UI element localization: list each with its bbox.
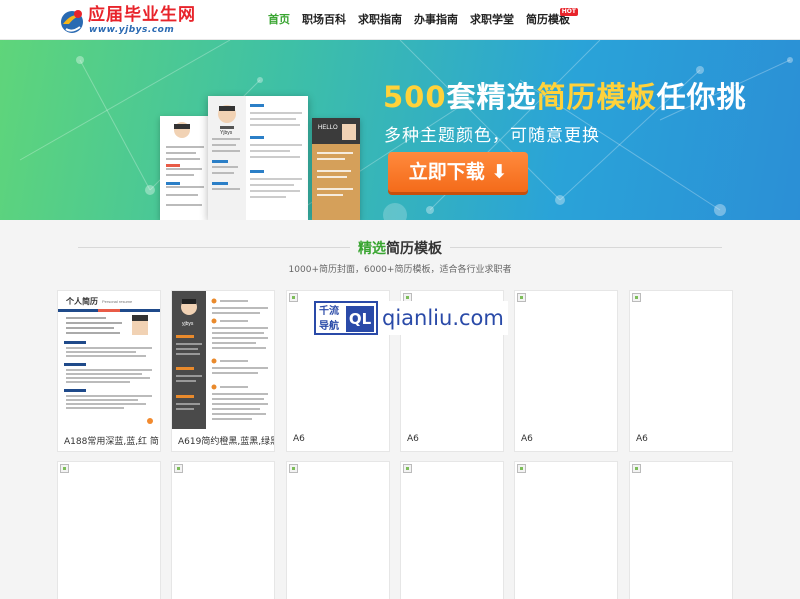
broken-image-icon [289,464,298,473]
broken-image-icon [289,293,298,302]
broken-image-icon [517,293,526,302]
nav-item-resume-templates[interactable]: 简历模板 HOT [520,0,578,40]
resume-preview-right: HELLO [312,118,360,220]
main-nav: 首页 职场百科 求职指南 办事指南 求职学堂 简历模板 HOT [262,0,578,40]
resume-preview-left [160,116,210,220]
watermark-zh: 千流导航 [319,306,339,332]
broken-image-icon [174,464,183,473]
site-header: 应届毕业生网 www.yjbys.com 首页 职场百科 求职指南 办事指南 求… [0,0,800,40]
template-title[interactable]: A6 [521,434,533,444]
banner-title: 500套精选简历模板任你挑 [383,74,747,116]
section-title-rest: 简历模板 [386,241,442,257]
logo-title: 应届毕业生网 [88,5,196,25]
hot-badge: HOT [559,8,578,16]
resume-preview-hello: HELLO [318,125,338,131]
watermark-domain: qianliu.com [378,301,508,335]
template-card[interactable] [171,461,275,599]
thumb-name: yjbys [182,321,194,327]
template-card[interactable] [629,461,733,599]
logo-mark-icon [61,10,83,33]
watermark-logo: 千流导航 QL [314,301,378,335]
template-card[interactable] [514,461,618,599]
section-title: 精选简历模板 [0,238,800,258]
template-card[interactable] [286,461,390,599]
resume-preview-name: Yjbys [220,130,233,136]
nav-item-job-school[interactable]: 求职学堂 [464,0,520,40]
watermark: 千流导航 QL qianliu.com [314,301,508,335]
logo-url: www.yjbys.com [89,25,175,35]
template-thumbnail[interactable] [401,462,503,599]
broken-image-icon [632,293,641,302]
template-card[interactable] [400,461,504,599]
template-title[interactable]: A188常用深蓝,蓝,红 简 [64,434,159,447]
template-title[interactable]: A619简约橙黑,蓝黑,绿黑 [178,434,274,447]
site-logo[interactable]: 应届毕业生网 www.yjbys.com [58,5,195,37]
section-title-highlight: 精选 [358,241,386,257]
broken-image-icon [632,464,641,473]
nav-item-job-guide[interactable]: 求职指南 [352,0,408,40]
template-thumbnail[interactable] [630,291,732,429]
nav-item-home[interactable]: 首页 [262,0,296,40]
template-title[interactable]: A6 [636,434,648,444]
template-thumbnail[interactable]: 个人简历 Personal resume [58,291,160,429]
template-thumbnail[interactable] [58,462,160,599]
section-subtitle: 1000+简历封面，6000+简历模板，适合各行业求职者 [288,265,512,275]
template-card[interactable] [57,461,161,599]
template-card[interactable]: A6 [514,290,618,452]
template-thumbnail[interactable]: yjbys [172,291,274,429]
template-card[interactable]: yjbys A619简约橙黑,蓝黑,绿黑 [171,290,275,452]
template-thumbnail[interactable] [515,462,617,599]
banner-subtitle: 多种主题颜色，可随意更换 [384,126,600,146]
template-thumbnail[interactable] [172,462,274,599]
banner-title-part1: 套精选 [446,80,537,114]
broken-image-icon [60,464,69,473]
template-card[interactable]: A6 [629,290,733,452]
banner-title-part2: 简历模板 [536,80,657,114]
nav-item-workplace[interactable]: 职场百科 [296,0,352,40]
download-button[interactable]: 立即下载 ⬇ [388,152,528,192]
promo-banner[interactable]: Yjbys HELLO 500套精选简历模板任你挑 多种主题颜色，可随意更换 立… [0,40,800,220]
banner-title-part3: 任你挑 [656,80,747,114]
banner-title-num: 500 [383,80,447,114]
nav-item-affairs-guide[interactable]: 办事指南 [408,0,464,40]
template-thumbnail[interactable] [630,462,732,599]
broken-image-icon [403,464,412,473]
watermark-ql: QL [346,306,374,332]
template-card[interactable]: 个人简历 Personal resume A188常用深蓝,蓝,红 简 [57,290,161,452]
template-title[interactable]: A6 [293,434,305,444]
template-thumbnail[interactable] [287,462,389,599]
thumb-heading-en: Personal resume [102,299,133,304]
broken-image-icon [517,464,526,473]
resume-preview-center: Yjbys [208,96,308,220]
template-title[interactable]: A6 [407,434,419,444]
thumb-heading: 个人简历 [65,296,98,306]
template-thumbnail[interactable] [515,291,617,429]
